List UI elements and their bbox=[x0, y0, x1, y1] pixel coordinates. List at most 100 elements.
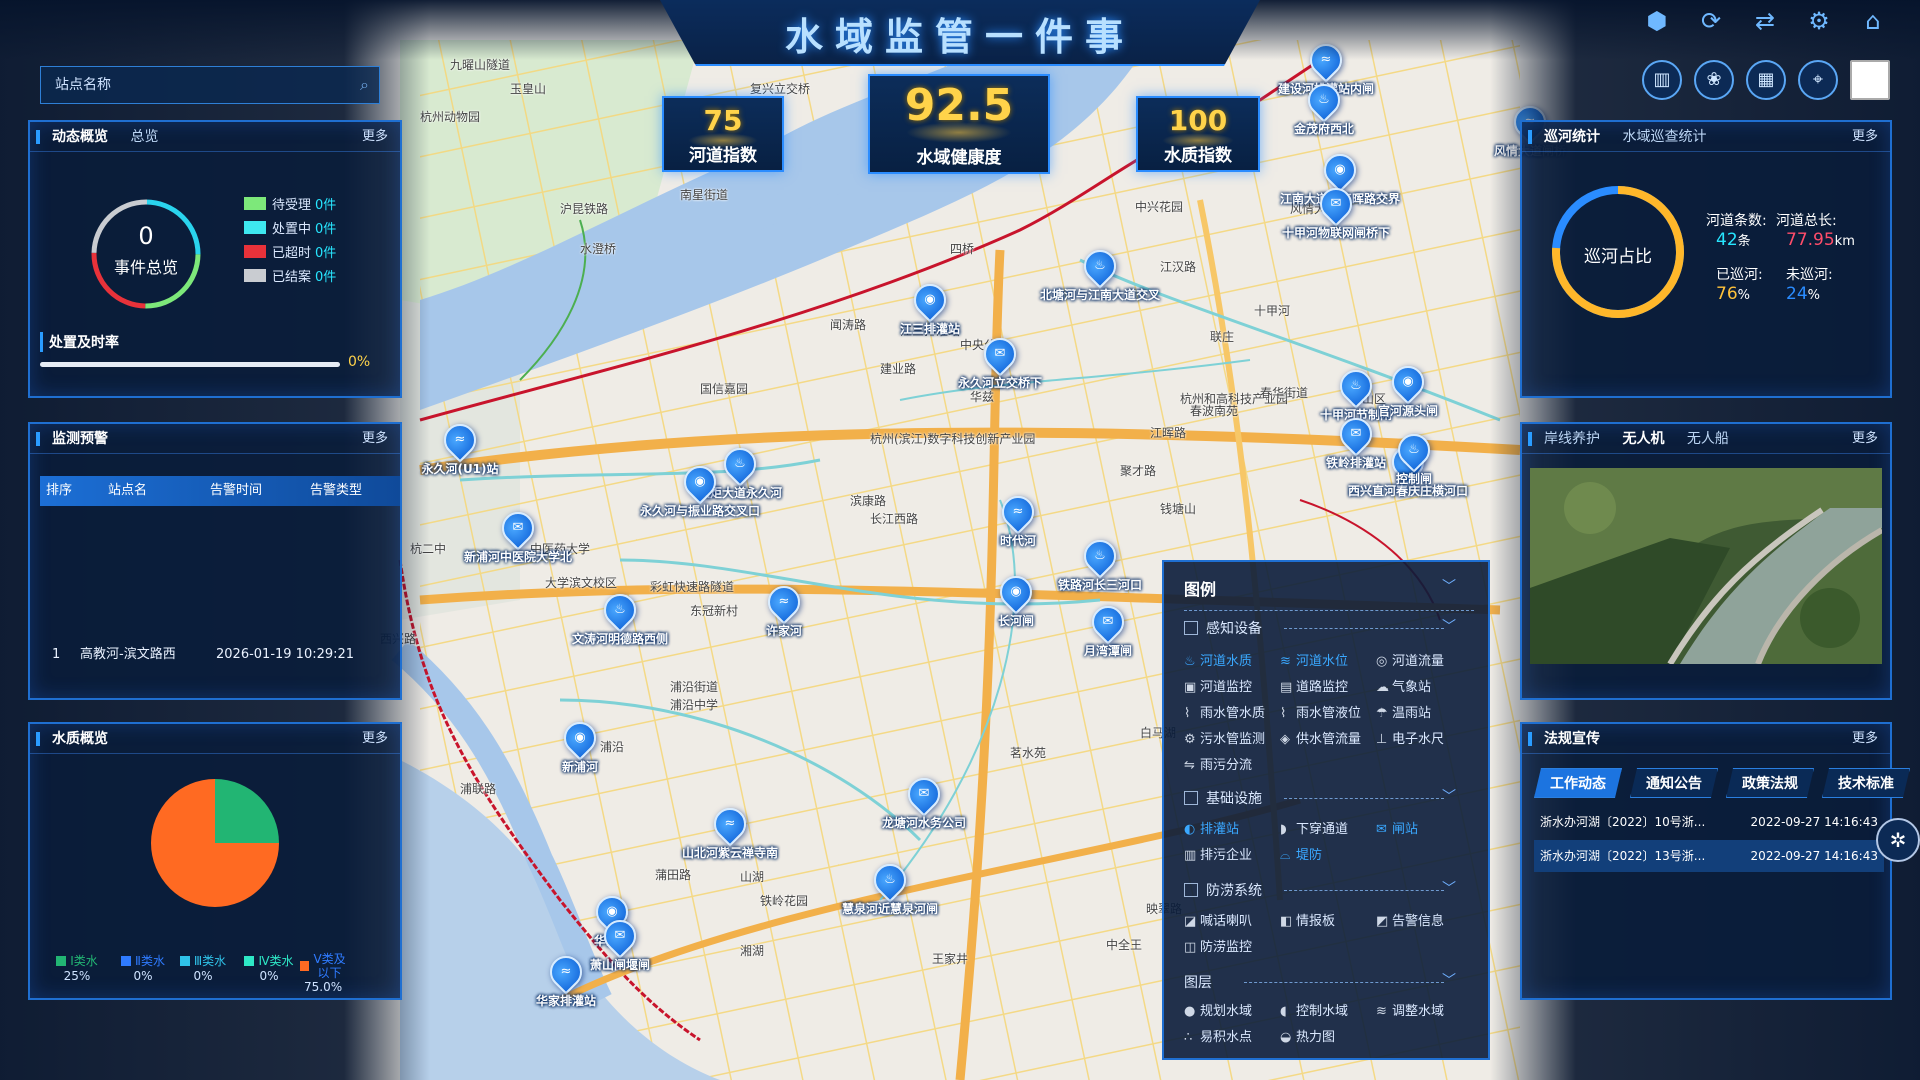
legend-item[interactable]: ● 规划水域 bbox=[1184, 1000, 1252, 1019]
tab-policy[interactable]: 政策法规 bbox=[1726, 768, 1814, 798]
kpi-water-quality[interactable]: 100 水质指数 bbox=[1136, 96, 1260, 172]
legend-item[interactable]: ◪ 喊话喇叭 bbox=[1184, 910, 1252, 929]
news-time: 2022-09-27 14:16:43 bbox=[1750, 815, 1878, 829]
legend-section[interactable]: 感知设备 bbox=[1184, 618, 1262, 638]
legend-item[interactable]: ▣ 河道监控 bbox=[1184, 676, 1252, 695]
legend-item[interactable]: ◎ 河道流量 bbox=[1376, 650, 1444, 669]
legend-item[interactable]: ▤ 道路监控 bbox=[1280, 676, 1348, 695]
legend-item-label: 堤防 bbox=[1296, 848, 1323, 863]
legend-section[interactable]: 基础设施 bbox=[1184, 788, 1262, 808]
legend-item-label: 污水管监测 bbox=[1200, 732, 1266, 747]
chevron-down-icon[interactable]: ﹀ bbox=[1442, 878, 1456, 898]
more-link[interactable]: 更多 bbox=[1852, 122, 1878, 152]
legend-item[interactable]: ◧ 情报板 bbox=[1280, 910, 1335, 929]
network-icon[interactable]: ⬢ bbox=[1640, 4, 1674, 38]
table-row[interactable]: 1 高教河-滨文路西 2026-01-19 10:29:21 bbox=[40, 640, 400, 670]
legend-item[interactable]: ⌇ 雨水管液位 bbox=[1280, 702, 1361, 721]
legend-item[interactable]: ≋ 河道水位 bbox=[1280, 650, 1348, 669]
legend-item-label: 闸站 bbox=[1392, 822, 1419, 837]
chevron-down-icon[interactable]: ﹀ bbox=[1442, 970, 1456, 990]
tab-water-patrol[interactable]: 水域巡查统计 bbox=[1622, 129, 1706, 145]
legend-item-label: 情报板 bbox=[1296, 914, 1336, 929]
search-input[interactable] bbox=[41, 67, 341, 103]
search-icon[interactable]: ⌕ bbox=[360, 75, 369, 95]
sliders-icon[interactable]: ⚙ bbox=[1802, 4, 1836, 38]
tab-notices[interactable]: 通知公告 bbox=[1630, 768, 1718, 798]
legend-item[interactable]: ⌓ 堤防 bbox=[1280, 844, 1322, 863]
float-action-button[interactable]: ✲ bbox=[1876, 818, 1920, 862]
legend-item[interactable]: ◖ 控制水域 bbox=[1280, 1000, 1348, 1019]
section-checkbox[interactable] bbox=[1184, 621, 1198, 635]
legend-item[interactable]: ☁ 气象站 bbox=[1376, 676, 1431, 695]
tab-boat[interactable]: 无人船 bbox=[1687, 431, 1729, 447]
legend-item[interactable]: ≋ 调整水域 bbox=[1376, 1000, 1444, 1019]
station-glyph: ♨ bbox=[1350, 378, 1362, 393]
divider bbox=[1284, 628, 1444, 629]
legend-item[interactable]: ◈ 供水管流量 bbox=[1280, 728, 1361, 747]
station-glyph: ◉ bbox=[1402, 374, 1414, 389]
station-glyph: ≈ bbox=[454, 432, 466, 447]
station-glyph: ≈ bbox=[1012, 504, 1024, 519]
kpi-water-health[interactable]: 92.5 水域健康度 bbox=[868, 74, 1050, 174]
chevron-down-icon[interactable]: ﹀ bbox=[1442, 616, 1456, 636]
more-link[interactable]: 更多 bbox=[362, 724, 388, 754]
tab-work-news[interactable]: 工作动态 bbox=[1534, 768, 1622, 798]
legend-item[interactable]: ⊥ 电子水尺 bbox=[1376, 728, 1444, 747]
more-link[interactable]: 更多 bbox=[1852, 724, 1878, 754]
legend-swatch bbox=[121, 955, 132, 966]
tab-patrol[interactable]: 巡河统计 bbox=[1544, 129, 1600, 145]
legend-item[interactable]: ◗ 下穿通道 bbox=[1280, 818, 1348, 837]
list-item[interactable]: 浙水办河湖〔2022〕10号浙... 2022-09-27 14:16:43 bbox=[1534, 806, 1884, 838]
more-link[interactable]: 更多 bbox=[362, 122, 388, 152]
legend-item[interactable]: ◒ 热力图 bbox=[1280, 1026, 1335, 1045]
river-count-unit: 条 bbox=[1737, 234, 1751, 249]
calendar-icon[interactable]: ▦ bbox=[1746, 60, 1786, 100]
blank-square[interactable] bbox=[1850, 60, 1890, 100]
section-checkbox[interactable] bbox=[1184, 883, 1198, 897]
drone-photo[interactable] bbox=[1530, 468, 1882, 664]
tab-overview[interactable]: 总览 bbox=[130, 129, 158, 145]
legend-item[interactable]: ⌇ 雨水管水质 bbox=[1184, 702, 1265, 721]
more-link[interactable]: 更多 bbox=[1852, 424, 1878, 454]
legend-section[interactable]: 防涝系统 bbox=[1184, 880, 1262, 900]
map-label: 水澄桥 bbox=[580, 242, 617, 256]
kpi-river-index[interactable]: 75 河道指数 bbox=[662, 96, 784, 172]
map-label: 浦沿街道 bbox=[670, 680, 719, 694]
chevron-down-icon[interactable]: ﹀ bbox=[1442, 576, 1456, 596]
map-label: 蒲田路 bbox=[655, 868, 692, 882]
legend-item[interactable]: ♨ 河道水质 bbox=[1184, 650, 1252, 669]
row-station: 高教河-滨文路西 bbox=[80, 647, 176, 662]
legend-item[interactable]: ∴ 易积水点 bbox=[1184, 1026, 1252, 1045]
water-class-legend: Ⅳ类水 0% bbox=[234, 952, 304, 983]
legend-item[interactable]: ⚙ 污水管监测 bbox=[1184, 728, 1265, 747]
home-icon[interactable]: ⌂ bbox=[1856, 4, 1890, 38]
legend-item[interactable]: ▥ 排污企业 bbox=[1184, 844, 1252, 863]
tab-standards[interactable]: 技术标准 bbox=[1822, 768, 1910, 798]
lotus-icon[interactable]: ❀ bbox=[1694, 60, 1734, 100]
water-quality-panel: 水质概览 更多 Ⅰ类水 25% Ⅱ类水 0% Ⅲ类水 0% Ⅳ类水 0% Ⅴ类及以下 75.0% bbox=[28, 722, 402, 1000]
legend-item[interactable]: ◫ 防涝监控 bbox=[1184, 936, 1252, 955]
legend-item[interactable]: ☂ 温雨站 bbox=[1376, 702, 1431, 721]
more-link[interactable]: 更多 bbox=[362, 424, 388, 454]
tab-drone[interactable]: 无人机 bbox=[1622, 431, 1664, 447]
list-item[interactable]: 浙水办河湖〔2022〕13号浙... 2022-09-27 14:16:43 bbox=[1534, 840, 1884, 872]
kpi-label: 水域健康度 bbox=[916, 148, 1002, 168]
legend-item[interactable]: ⇋ 雨污分流 bbox=[1184, 754, 1252, 773]
layers-icon[interactable]: ▥ bbox=[1642, 60, 1682, 100]
pie-slice[interactable] bbox=[215, 779, 279, 843]
kpi-label: 水质指数 bbox=[1164, 146, 1232, 166]
location-icon[interactable]: ⌖ bbox=[1798, 60, 1838, 100]
legend-item[interactable]: ◩ 告警信息 bbox=[1376, 910, 1444, 929]
swap-icon[interactable]: ⇄ bbox=[1748, 4, 1782, 38]
map-label: 杭州(滨江)数字科技创新产业园 bbox=[870, 432, 1036, 446]
chevron-down-icon[interactable]: ﹀ bbox=[1442, 786, 1456, 806]
legend-section[interactable]: 图层 bbox=[1184, 972, 1212, 992]
tab-dynamic[interactable]: 动态概览 bbox=[52, 129, 108, 145]
section-checkbox[interactable] bbox=[1184, 791, 1198, 805]
station-search: ⌕ bbox=[40, 66, 380, 104]
dynamic-overview-panel: 动态概览 总览 更多 0 事件总览 待受理 0件 处置中 0件 已超时 0件 已结案 0… bbox=[28, 120, 402, 398]
legend-item[interactable]: ✉ 闸站 bbox=[1376, 818, 1418, 837]
sync-icon[interactable]: ⟳ bbox=[1694, 4, 1728, 38]
legend-item[interactable]: ◐ 排灌站 bbox=[1184, 818, 1239, 837]
tab-bank[interactable]: 岸线养护 bbox=[1544, 431, 1600, 447]
